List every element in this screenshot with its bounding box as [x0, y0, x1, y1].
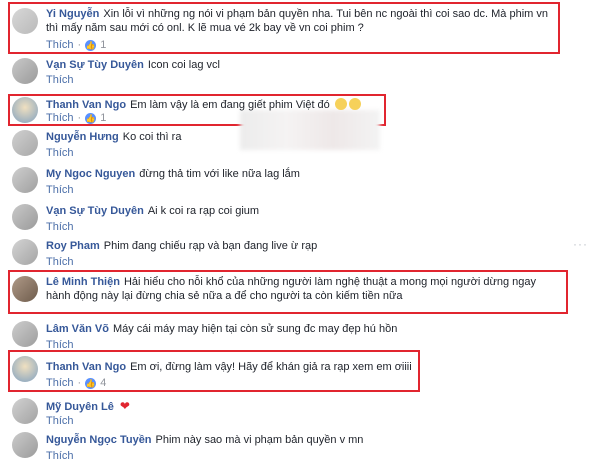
- like-count[interactable]: 1: [100, 38, 106, 52]
- comment-actions: Thích: [46, 73, 74, 87]
- like-button[interactable]: Thích: [46, 111, 74, 125]
- comment-text: Ai k coi ra rạp coi gium: [147, 205, 260, 217]
- comment-author[interactable]: Mỹ Duyên Lê: [46, 401, 114, 413]
- like-count[interactable]: 4: [100, 376, 106, 390]
- comment-author[interactable]: Lâm Văn Võ: [46, 323, 109, 335]
- like-button[interactable]: Thích: [46, 38, 74, 52]
- comment-actions: Thích · 👍 4: [46, 376, 106, 390]
- avatar[interactable]: [12, 239, 38, 265]
- like-count[interactable]: 1: [100, 111, 106, 125]
- comment-text: Icon coi lag vcl: [147, 59, 220, 71]
- avatar[interactable]: [12, 321, 38, 347]
- comment-author[interactable]: Nguyễn Hưng: [46, 131, 119, 143]
- avatar[interactable]: [12, 167, 38, 193]
- avatar[interactable]: [12, 432, 38, 458]
- thumbs-up-icon: 👍: [85, 377, 97, 389]
- comment-actions: Thích: [46, 220, 74, 234]
- comment-text: Máy cái máy may hiện tại còn sử sung đc …: [112, 323, 398, 335]
- like-button[interactable]: Thích: [46, 449, 74, 463]
- comment-author[interactable]: Yi Nguyễn: [46, 8, 99, 20]
- emoji-icon: [348, 98, 361, 110]
- comment-actions: Thích: [46, 183, 74, 197]
- avatar[interactable]: [12, 204, 38, 230]
- like-button[interactable]: Thích: [46, 255, 74, 269]
- comment-author[interactable]: Thanh Van Ngo: [46, 361, 126, 373]
- avatar[interactable]: [12, 97, 38, 123]
- emoji-icon: [334, 98, 347, 110]
- comment-text: Em làm vậy là em đang giết phim Việt đó: [130, 99, 330, 111]
- avatar[interactable]: [12, 130, 38, 156]
- comment-actions: Thích: [46, 338, 74, 352]
- comment-text: Ko coi thì ra: [122, 131, 182, 143]
- comment-actions: Thích · 👍 1: [46, 111, 106, 125]
- like-button[interactable]: Thích: [46, 146, 74, 160]
- comment-text: đừng thả tim với like nữa lag lắm: [139, 168, 300, 180]
- avatar[interactable]: [12, 276, 38, 302]
- like-button[interactable]: Thích: [46, 414, 74, 428]
- like-button[interactable]: Thích: [46, 376, 74, 390]
- comment-actions: Thích · 👍 1: [46, 38, 106, 52]
- separator-dot: ·: [77, 112, 82, 124]
- comment-author[interactable]: Vạn Sự Tùy Duyên: [46, 59, 144, 71]
- comment-text: Phim này sao mà vi phạm bản quyền v mn: [155, 434, 364, 446]
- comment-text: Xin lỗi vì những ng nói vi phạm bản quyề…: [46, 8, 548, 34]
- comment-text: Phim đang chiếu rạp và bạn đang live ừ r…: [103, 240, 318, 252]
- like-button[interactable]: Thích: [46, 338, 74, 352]
- avatar[interactable]: [12, 58, 38, 84]
- like-button[interactable]: Thích: [46, 73, 74, 87]
- comment-author[interactable]: Nguyễn Ngọc Tuyền: [46, 434, 152, 446]
- comment-actions: Thích: [46, 255, 74, 269]
- separator-dot: ·: [77, 39, 82, 51]
- comment-actions: Thích: [46, 414, 74, 428]
- comment-author[interactable]: Vạn Sự Tùy Duyên: [46, 205, 144, 217]
- comment-actions: Thích: [46, 449, 74, 463]
- heart-icon: ❤: [119, 399, 130, 413]
- comment-author[interactable]: My Ngoc Nguyen: [46, 168, 135, 180]
- avatar[interactable]: [12, 8, 38, 34]
- comment-author[interactable]: Thanh Van Ngo: [46, 99, 126, 111]
- like-button[interactable]: Thích: [46, 183, 74, 197]
- like-button[interactable]: Thích: [46, 220, 74, 234]
- thumbs-up-icon: 👍: [85, 39, 97, 51]
- separator-dot: ·: [77, 377, 82, 389]
- avatar[interactable]: [12, 356, 38, 382]
- comment-actions: Thích: [46, 146, 74, 160]
- comment-author[interactable]: Lê Minh Thiện: [46, 276, 120, 288]
- thumbs-up-icon: 👍: [85, 112, 97, 124]
- more-options-icon[interactable]: ···: [573, 237, 588, 251]
- comment-text: Em ơi, đừng làm vậy! Hãy để khán giả ra …: [130, 361, 412, 373]
- comment-author[interactable]: Roy Pham: [46, 240, 100, 252]
- avatar[interactable]: [12, 398, 38, 424]
